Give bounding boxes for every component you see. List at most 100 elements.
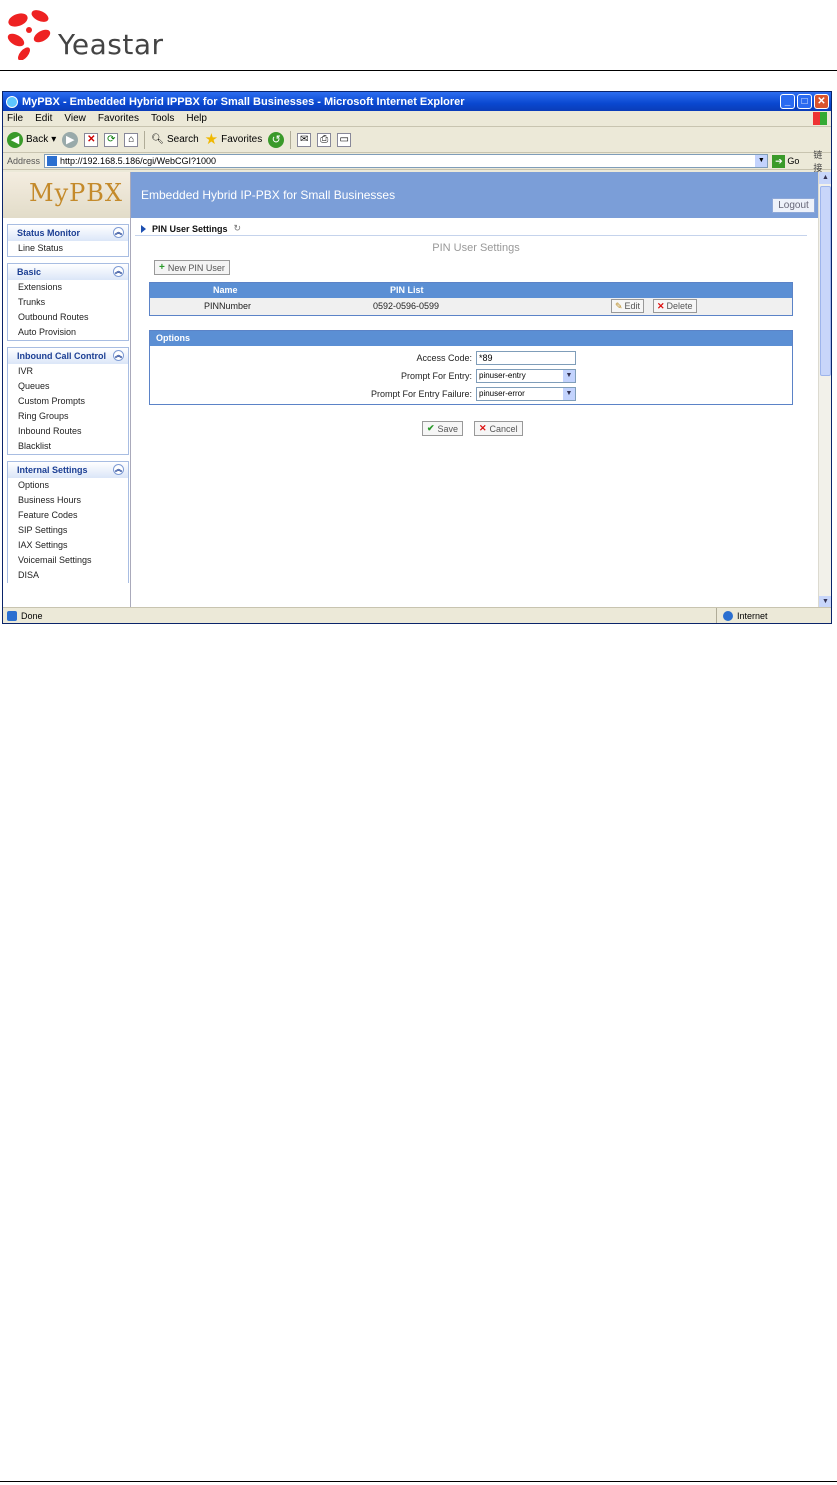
- menu-file[interactable]: File: [7, 113, 23, 124]
- back-arrow-icon: ◀: [7, 131, 23, 148]
- refresh-icon[interactable]: ⟳: [104, 132, 119, 147]
- sidebar-item-iax-settings[interactable]: IAX Settings: [8, 538, 128, 553]
- new-pin-user-label: New PIN User: [167, 262, 225, 273]
- banner-title: Embedded Hybrid IP-PBX for Small Busines…: [141, 188, 396, 202]
- sidebar-item-line-status[interactable]: Line Status: [8, 241, 128, 256]
- history-icon[interactable]: ↺: [268, 131, 285, 148]
- delete-button[interactable]: ✕ Delete: [653, 299, 697, 313]
- access-code-label: Access Code:: [416, 353, 472, 363]
- menu-favorites[interactable]: Favorites: [98, 113, 139, 124]
- logout-button[interactable]: Logout: [772, 198, 815, 213]
- toolbar: ◀ Back ▾ ▶ ✕ ⟳ ⌂ 🔍︎ Search ★ Favorites ↺…: [3, 127, 831, 153]
- browser-window: MyPBX - Embedded Hybrid IPPBX for Small …: [2, 91, 832, 624]
- refresh-icon[interactable]: ↻: [234, 223, 242, 234]
- delete-label: Delete: [666, 301, 693, 311]
- sidebar-item-custom-prompts[interactable]: Custom Prompts: [8, 394, 128, 409]
- address-url: http://192.168.5.186/cgi/WebCGI?1000: [60, 156, 216, 166]
- print-icon[interactable]: ⎙: [317, 132, 332, 147]
- close-icon[interactable]: ✕: [814, 94, 829, 109]
- collapse-icon[interactable]: ︽: [113, 464, 124, 475]
- save-button[interactable]: ✔ Save: [422, 421, 464, 436]
- cancel-button[interactable]: ✕ Cancel: [474, 421, 523, 436]
- section-header[interactable]: Internal Settings ︽: [8, 462, 128, 478]
- sidebar-item-options[interactable]: Options: [8, 478, 128, 493]
- section-header[interactable]: Status Monitor ︽: [8, 225, 128, 241]
- chevron-down-icon[interactable]: ▼: [563, 388, 575, 400]
- page-title: PIN User Settings: [432, 242, 520, 254]
- search-button[interactable]: 🔍︎ Search: [151, 134, 198, 145]
- scroll-up-icon[interactable]: ▲: [819, 172, 831, 184]
- menu-help[interactable]: Help: [186, 113, 207, 124]
- toolbar-separator: [144, 130, 146, 149]
- menu-edit[interactable]: Edit: [35, 113, 52, 124]
- footer-rule: [0, 1481, 837, 1482]
- chevron-down-icon[interactable]: ▼: [755, 155, 768, 167]
- chevron-down-icon[interactable]: ▾: [51, 134, 56, 145]
- edit-button[interactable]: ✎ Edit: [611, 299, 645, 313]
- sidebar-item-inbound-routes[interactable]: Inbound Routes: [8, 424, 128, 439]
- go-button[interactable]: ➔ Go: [772, 154, 800, 168]
- edit-page-icon[interactable]: ▭: [337, 132, 352, 147]
- vertical-scrollbar[interactable]: ▲ ▼: [818, 172, 831, 608]
- star-icon: ★: [204, 130, 219, 148]
- sidebar-item-feature-codes[interactable]: Feature Codes: [8, 508, 128, 523]
- chevron-down-icon[interactable]: ▼: [563, 370, 575, 382]
- sidebar-item-business-hours[interactable]: Business Hours: [8, 493, 128, 508]
- menu-view[interactable]: View: [64, 113, 86, 124]
- favorites-button[interactable]: ★ Favorites: [204, 130, 263, 148]
- new-pin-user-button[interactable]: + New PIN User: [154, 260, 230, 275]
- sidebar-item-outbound-routes[interactable]: Outbound Routes: [8, 310, 128, 325]
- collapse-icon[interactable]: ︽: [113, 266, 124, 277]
- cancel-icon: ✕: [479, 423, 487, 433]
- back-button[interactable]: ◀ Back ▾: [7, 131, 56, 148]
- links-label[interactable]: 链接: [813, 148, 831, 174]
- header-rule: [0, 70, 837, 71]
- options-panel: Options Access Code: *89 Prompt For Entr…: [149, 330, 793, 405]
- sidebar-item-blacklist[interactable]: Blacklist: [8, 439, 128, 454]
- maximize-icon[interactable]: □: [797, 94, 812, 109]
- sidebar-item-queues[interactable]: Queues: [8, 379, 128, 394]
- globe-icon: [723, 610, 733, 621]
- page-icon: [47, 156, 58, 166]
- collapse-icon[interactable]: ︽: [113, 350, 124, 361]
- forward-arrow-icon[interactable]: ▶: [62, 131, 79, 148]
- title-bar[interactable]: MyPBX - Embedded Hybrid IPPBX for Small …: [3, 92, 831, 111]
- section-header[interactable]: Basic ︽: [8, 264, 128, 280]
- delete-icon: ✕: [657, 300, 665, 311]
- prompt-entry-select[interactable]: pinuser-entry ▼: [476, 369, 576, 383]
- scroll-thumb[interactable]: [820, 186, 831, 376]
- sidebar-item-disa[interactable]: DISA: [8, 568, 128, 583]
- back-label: Back: [26, 134, 49, 145]
- sidebar-item-trunks[interactable]: Trunks: [8, 295, 128, 310]
- stop-icon[interactable]: ✕: [84, 132, 99, 147]
- sidebar-item-ring-groups[interactable]: Ring Groups: [8, 409, 128, 424]
- address-bar: Address http://192.168.5.186/cgi/WebCGI?…: [3, 150, 831, 173]
- sidebar-item-ivr[interactable]: IVR: [8, 364, 128, 379]
- edit-label: Edit: [624, 301, 641, 311]
- sidebar-item-voicemail-settings[interactable]: Voicemail Settings: [8, 553, 128, 568]
- page-done-icon: [7, 610, 17, 621]
- yeastar-logo: Yeastar: [6, 6, 206, 62]
- access-code-input[interactable]: *89: [476, 351, 576, 365]
- menu-tools[interactable]: Tools: [151, 113, 174, 124]
- sidebar-item-auto-provision[interactable]: Auto Provision: [8, 325, 128, 340]
- prompt-failure-select[interactable]: pinuser-error ▼: [476, 387, 576, 401]
- section-header[interactable]: Inbound Call Control ︽: [8, 348, 128, 364]
- check-icon: ✔: [427, 423, 435, 433]
- sidebar-item-extensions[interactable]: Extensions: [8, 280, 128, 295]
- address-input[interactable]: http://192.168.5.186/cgi/WebCGI?1000 ▼: [44, 154, 769, 168]
- cell-pin-list: 0592-0596-0599: [373, 301, 440, 311]
- column-header-name: Name: [213, 285, 238, 295]
- sidebar-item-sip-settings[interactable]: SIP Settings: [8, 523, 128, 538]
- access-code-row: Access Code: *89: [150, 350, 794, 368]
- favorites-label: Favorites: [221, 134, 263, 145]
- minimize-icon[interactable]: _: [780, 94, 795, 109]
- home-icon[interactable]: ⌂: [124, 132, 139, 147]
- go-arrow-icon: ➔: [772, 154, 786, 168]
- pin-user-table: Name PIN List PINNumber 0592-0596-0599 ✎…: [149, 282, 793, 316]
- prompt-failure-label: Prompt For Entry Failure:: [370, 389, 472, 399]
- go-label: Go: [787, 156, 800, 166]
- mail-icon[interactable]: ✉: [297, 132, 312, 147]
- collapse-icon[interactable]: ︽: [113, 227, 124, 238]
- prompt-failure-value: pinuser-error: [479, 389, 525, 398]
